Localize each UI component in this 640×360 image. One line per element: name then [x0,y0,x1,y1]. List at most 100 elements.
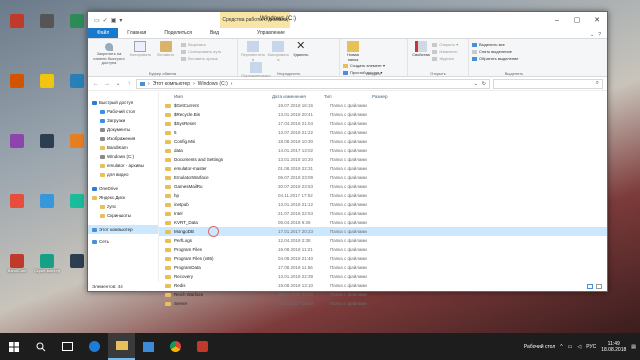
file-row[interactable]: Reich Warface 06.07.2018 22:25 Папка с фай… [159,290,607,299]
up-arrow-icon[interactable]: ↑ [125,81,133,87]
explorer-icon[interactable] [108,333,135,360]
start-icon[interactable] [0,333,27,360]
edge-icon[interactable] [81,333,108,360]
copy-button[interactable]: Копировать [128,41,152,58]
desktop-shortcut[interactable] [4,134,30,160]
nav-item[interactable]: Загрузки [88,116,158,125]
column-name[interactable]: Имя [168,94,272,99]
desktop-shortcut[interactable] [4,74,30,100]
new-item-button[interactable]: Создать элемент ▾ [343,62,385,69]
clock[interactable]: 11:49 18.08.2018 [601,341,626,353]
file-row[interactable]: Recovery 13.01.2018 22:39 Папка с файлами [159,272,607,281]
desktop-shortcut[interactable] [4,194,30,220]
network-icon[interactable]: ▭ [568,344,573,350]
notifications-icon[interactable]: ▤ [631,344,636,350]
file-row[interactable]: MongoDB 17.01.2017 20:23 Папка с файлами [159,227,607,236]
file-row[interactable]: Program Files 16.08.2018 11:21 Папка с фай… [159,245,607,254]
file-row[interactable]: KVRT_Data 05.04.2018 9:26 Папка с файлами [159,218,607,227]
nav-item[interactable]: Документы [88,125,158,134]
back-arrow-icon[interactable]: ← [92,81,100,87]
nav-item[interactable]: zync [88,202,158,211]
file-row[interactable]: Program Files (x86) 04.08.2018 21:40 Папка… [159,254,607,263]
delete-button[interactable]: ✕ Удалить [292,41,310,58]
nav-item[interactable]: Этот компьютер [88,225,158,234]
chrome-icon[interactable] [162,333,189,360]
breadcrumb-drive[interactable]: Windows (C:) [198,81,228,87]
cut-button[interactable]: Вырезать [181,41,221,48]
tab-view[interactable]: Вид [201,27,228,38]
file-row[interactable]: PerfLogs 12.04.2018 2:38 Папка с файлами [159,236,607,245]
select-all-button[interactable]: Выделить все [472,41,556,48]
column-size[interactable]: Размер [372,94,412,99]
desktop-shortcut[interactable]: Скрин-мастер [34,254,60,280]
qat-dropdown-icon[interactable]: ▾ [119,17,122,24]
tray-chevron-icon[interactable]: ^ [560,344,562,350]
tab-share[interactable]: Поделиться [155,27,201,38]
store-icon[interactable] [135,333,162,360]
nav-item[interactable]: BandiKam [88,143,158,152]
file-row[interactable]: Server 20.01.2017 10:59 Папка с файлами [159,299,607,308]
file-row[interactable]: data 14.01.2017 13:02 Папка с файлами [159,146,607,155]
open-button[interactable]: Открыть ▾ [432,41,458,48]
file-row[interactable]: $Recycle.Bin 13.01.2018 20:41 Папка с файл… [159,110,607,119]
close-button[interactable]: ✕ [587,12,607,28]
file-row[interactable]: EmulatorWarface 06.07.2018 23:09 Папка с ф… [159,173,607,182]
new-folder-quick-icon[interactable]: ▣ [111,17,117,24]
file-row[interactable]: emulator-master 01.08.2018 22:31 Папка с ф… [159,164,607,173]
nav-item[interactable]: OneDrive [88,184,158,193]
desktop-shortcut[interactable]: BandiCam [4,254,30,280]
column-date[interactable]: Дата изменения [272,94,324,99]
invert-selection-button[interactable]: Обратить выделение [472,55,556,62]
nav-item[interactable]: Изображения [88,134,158,143]
nav-item[interactable]: Сеть [88,237,158,246]
file-row[interactable]: GamesMailRu 30.07.2018 23:53 Папка с файла… [159,182,607,191]
file-row[interactable]: $GetCurrent 19.07.2018 16:15 Папка с файла… [159,101,607,110]
file-row[interactable]: ProgramData 17.08.2018 11:56 Папка с файла… [159,263,607,272]
move-to-button[interactable]: Переместить в [241,41,265,62]
pin-quick-access-button[interactable]: Закрепить на панели быстрого доступа [91,41,127,66]
volume-icon[interactable]: ◁ [577,344,581,350]
file-row[interactable]: Documents and Settings 13.01.2018 10:20 Па… [159,155,607,164]
refresh-icon[interactable]: ↻ [482,81,486,87]
copy-path-button[interactable]: Скопировать путь [181,48,221,55]
file-row[interactable]: $SysReset 17.04.2018 21:04 Папка с файлами [159,119,607,128]
desktop-shortcut[interactable] [34,74,60,100]
nav-item[interactable]: Windows (C:) [88,152,158,161]
search-icon[interactable] [27,333,54,360]
nav-item[interactable]: Яндекс.Диск [88,193,158,202]
desktop-shortcut[interactable] [4,14,30,40]
properties-quick-icon[interactable]: ✓ [103,17,108,24]
address-bar[interactable]: › Этот компьютер › Windows (C:) › ⌄ ↻ [136,78,490,89]
maximize-button[interactable]: ▢ [567,12,587,28]
title-bar[interactable]: ▭ ✓ ▣ ▾ Средства работы с дисками Window… [88,12,607,28]
search-input[interactable]: ⌕ [493,78,603,89]
file-row[interactable]: Intel 21.07.2018 22:53 Папка с файлами [159,209,607,218]
minimize-button[interactable]: – [547,12,567,28]
large-icons-view-icon[interactable] [596,284,602,289]
task-view-icon[interactable] [54,333,81,360]
desktop-shortcut[interactable] [34,194,60,220]
breadcrumb-this-pc[interactable]: Этот компьютер [153,81,190,87]
forward-arrow-icon[interactable]: → [103,81,111,87]
details-view-icon[interactable] [587,284,593,289]
nav-item[interactable]: для видео [88,170,158,179]
recent-dropdown-icon[interactable]: ⌄ [114,80,122,87]
edit-button[interactable]: Изменить [432,48,458,55]
desktop-shortcut[interactable] [34,14,60,40]
tab-file[interactable]: Файл [88,27,119,38]
file-row[interactable]: 5 13.07.2018 21:22 Папка с файлами [159,128,607,137]
file-row[interactable]: hp 04.11.2017 17:52 Папка с файлами [159,191,607,200]
ribbon-expand-icon[interactable]: ⌄ [590,32,594,38]
nav-item[interactable]: Быстрый доступ [88,98,158,107]
nav-item[interactable]: emulator - архивы [88,161,158,170]
paste-shortcut-button[interactable]: Вставить ярлык [181,55,221,62]
new-folder-button[interactable]: Новая папка [343,41,363,62]
copy-to-button[interactable]: Копировать в [266,41,290,62]
properties-button[interactable]: Свойства [411,41,431,58]
language-indicator[interactable]: РУС [586,344,596,350]
column-type[interactable]: Тип [324,94,372,99]
file-row[interactable]: Config.Msi 18.08.2018 10:30 Папка с файлам… [159,137,607,146]
desktop-shortcut[interactable] [34,134,60,160]
tray-desktop-label[interactable]: Рабочий стол [524,344,555,350]
nav-item[interactable]: Рабочий стол [88,107,158,116]
